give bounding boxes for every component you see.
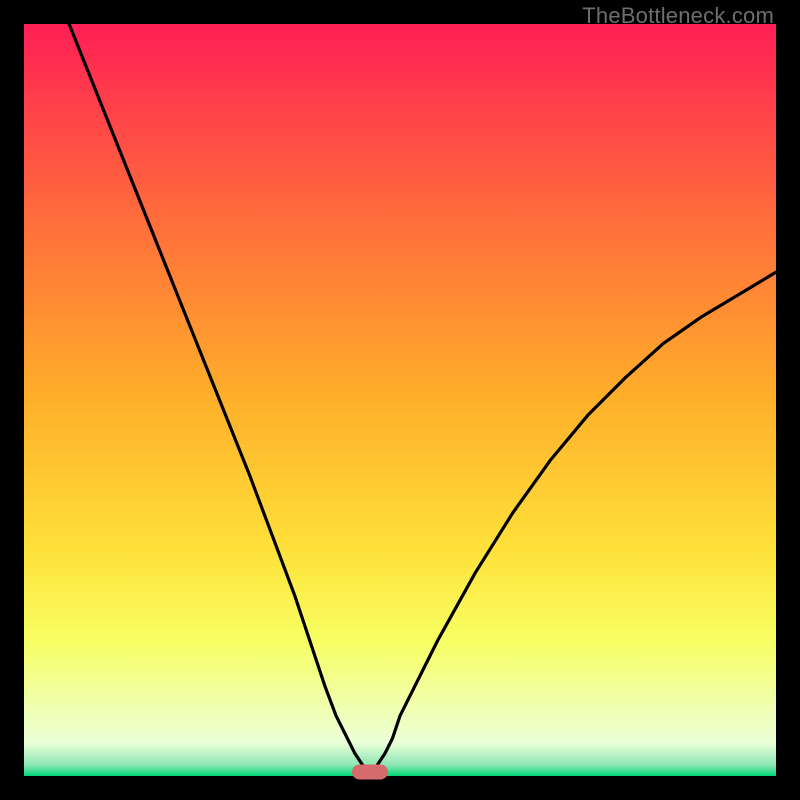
watermark-text: TheBottleneck.com — [582, 3, 774, 29]
bottleneck-curve — [24, 24, 776, 776]
plot-frame — [24, 24, 776, 776]
optimum-marker — [352, 765, 388, 780]
